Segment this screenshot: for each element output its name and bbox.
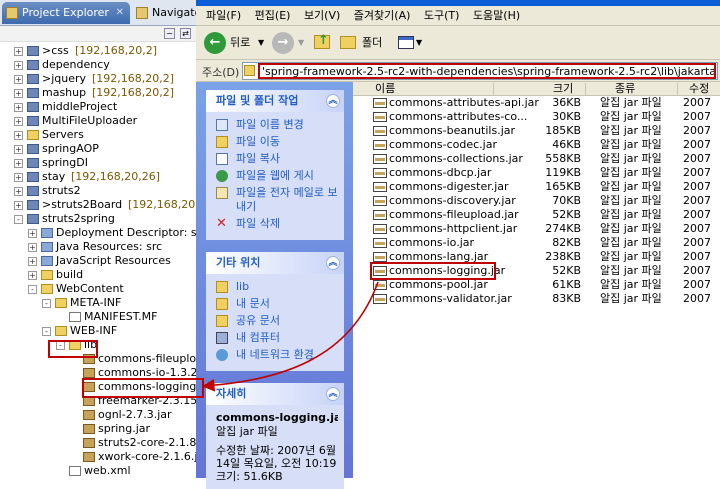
drag-arrow bbox=[201, 281, 379, 392]
annotation-arrows bbox=[201, 281, 379, 392]
